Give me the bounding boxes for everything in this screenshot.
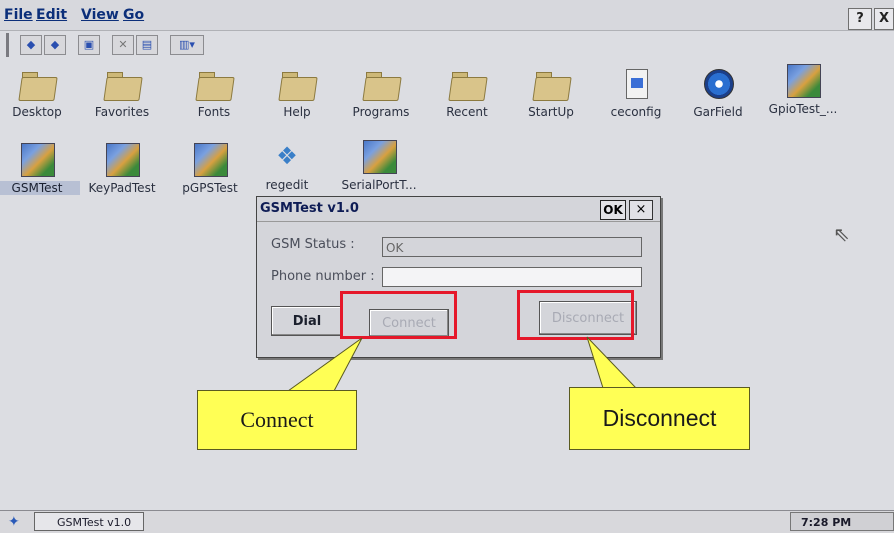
callout-pointers: [286, 336, 638, 392]
system-tray-clock[interactable]: 7:28 PM: [790, 512, 894, 531]
taskbar-app-button[interactable]: GSMTest v1.0: [34, 512, 144, 531]
connect-callout-pointer: [286, 337, 363, 392]
disconnect-callout: Disconnect: [569, 387, 750, 450]
connect-callout: Connect: [197, 390, 357, 450]
taskbar: ✦ GSMTest v1.0 7:28 PM: [0, 510, 894, 533]
mouse-cursor-icon: ⇖: [833, 222, 850, 246]
start-icon[interactable]: ✦: [8, 514, 26, 530]
disconnect-callout-pointer: [586, 336, 638, 389]
